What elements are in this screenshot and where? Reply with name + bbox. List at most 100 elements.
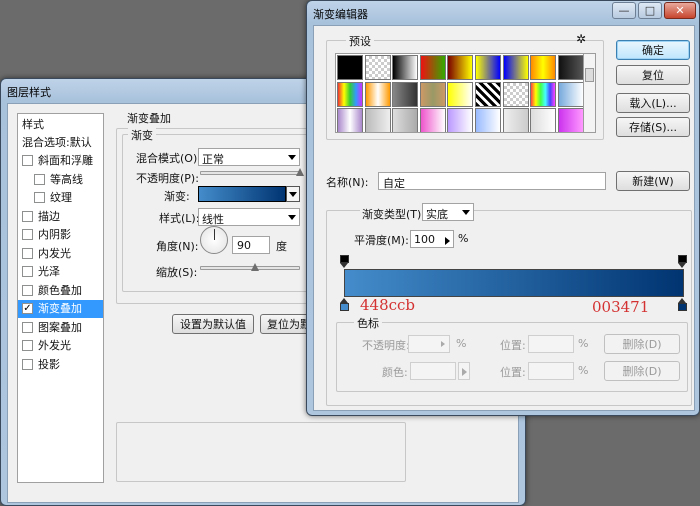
checkbox[interactable]: ✓: [22, 303, 33, 314]
preset-swatch[interactable]: [502, 55, 529, 80]
checkbox[interactable]: [34, 192, 45, 203]
preset-swatches: [335, 53, 584, 133]
delete-opacity-stop-button[interactable]: 删除(D): [604, 334, 680, 354]
style-item[interactable]: 斜面和浮雕: [18, 152, 103, 170]
preset-swatch[interactable]: [475, 81, 501, 107]
stop-color-swatch[interactable]: [410, 362, 456, 380]
checkbox[interactable]: [22, 340, 33, 351]
preset-swatch[interactable]: [392, 55, 419, 80]
preset-swatch[interactable]: [475, 108, 501, 132]
style-label: 样式(L):: [159, 212, 200, 225]
gradient-dropdown-button[interactable]: [286, 186, 300, 202]
blend-mode-select[interactable]: 正常: [198, 148, 300, 166]
scale-slider-thumb[interactable]: [251, 263, 259, 271]
preset-swatch[interactable]: [364, 108, 391, 132]
preset-swatch[interactable]: [419, 55, 446, 80]
checkbox[interactable]: [22, 247, 33, 259]
style-item[interactable]: 光泽: [18, 263, 103, 281]
stop-color-label: 颜色:: [382, 366, 408, 379]
preset-swatch[interactable]: [502, 81, 529, 107]
preset-swatch[interactable]: [447, 81, 474, 107]
name-input[interactable]: 自定: [378, 172, 606, 190]
scale-slider[interactable]: [200, 266, 300, 270]
opacity-stop-right[interactable]: [678, 255, 687, 268]
checkbox[interactable]: [22, 229, 33, 240]
preset-swatch[interactable]: [447, 55, 474, 80]
checkbox[interactable]: [22, 358, 33, 370]
chevron-down-icon: [288, 155, 296, 160]
opacity-slider[interactable]: [200, 171, 300, 175]
ok-button[interactable]: 确定: [616, 40, 690, 60]
style-item[interactable]: 内阴影: [18, 226, 103, 244]
preset-swatch[interactable]: [447, 108, 474, 132]
reset-button[interactable]: 复位: [616, 65, 690, 85]
gradient-preview[interactable]: [198, 186, 286, 202]
gradient-type-select[interactable]: 实底: [422, 203, 474, 221]
blend-options-item[interactable]: 混合选项:默认: [18, 134, 103, 152]
color-location-input[interactable]: [528, 362, 574, 380]
checkbox[interactable]: [22, 321, 33, 333]
preset-swatch[interactable]: [337, 108, 363, 132]
preset-swatch[interactable]: [557, 108, 583, 132]
opacity-stop-left[interactable]: [340, 255, 349, 268]
checkbox[interactable]: [22, 210, 33, 222]
style-item[interactable]: ✓ 渐变叠加: [18, 300, 103, 318]
stop-opacity-input[interactable]: [408, 335, 450, 353]
preset-swatch[interactable]: [337, 55, 363, 80]
preset-swatch[interactable]: [475, 55, 501, 80]
style-item[interactable]: 投影: [18, 356, 103, 374]
checkbox[interactable]: [34, 173, 45, 185]
minimize-button[interactable]: —: [612, 2, 636, 19]
preset-swatch[interactable]: [392, 108, 419, 132]
style-item[interactable]: 外发光: [18, 337, 103, 355]
opacity-location-input[interactable]: [528, 335, 574, 353]
close-button[interactable]: ✕: [664, 2, 696, 19]
preset-swatch[interactable]: [530, 81, 557, 107]
gradient-bar[interactable]: [344, 269, 684, 297]
preset-swatch[interactable]: [502, 108, 529, 132]
load-button[interactable]: 载入(L)...: [616, 93, 690, 113]
stop-color-menu[interactable]: [458, 362, 470, 380]
preset-swatch[interactable]: [419, 81, 446, 107]
color-stop-swatch: [340, 303, 349, 311]
angle-input[interactable]: 90: [232, 236, 270, 254]
style-item[interactable]: 内发光: [18, 245, 103, 263]
preset-swatch[interactable]: [364, 55, 391, 80]
color-location-label: 位置:: [500, 366, 526, 379]
window-title: 图层样式: [7, 86, 51, 99]
preset-swatch[interactable]: [557, 55, 583, 80]
color-stop-left[interactable]: [340, 298, 349, 311]
scrollbar-thumb[interactable]: [585, 68, 594, 82]
gradient-label: 渐变:: [164, 190, 190, 203]
style-item-label: 颜色叠加: [38, 283, 82, 297]
preset-swatch[interactable]: [530, 55, 557, 80]
preset-swatch[interactable]: [530, 108, 557, 132]
preset-swatch[interactable]: [557, 81, 583, 107]
set-default-button[interactable]: 设置为默认值: [172, 314, 254, 334]
preset-swatch[interactable]: [392, 81, 419, 107]
style-select[interactable]: 线性: [198, 208, 300, 226]
preset-swatch[interactable]: [337, 81, 363, 107]
style-item[interactable]: 颜色叠加: [18, 282, 103, 300]
style-item[interactable]: 等高线: [18, 171, 103, 189]
preset-swatch[interactable]: [364, 81, 391, 107]
checkbox[interactable]: [22, 266, 33, 277]
presets-scrollbar[interactable]: [584, 53, 596, 133]
delete-color-stop-button[interactable]: 删除(D): [604, 361, 680, 381]
preset-swatch[interactable]: [419, 108, 446, 132]
style-item[interactable]: 图案叠加: [18, 319, 103, 337]
checkbox[interactable]: [22, 155, 33, 166]
angle-dial[interactable]: [200, 226, 228, 254]
smoothness-input[interactable]: 100: [410, 230, 454, 248]
angle-unit: 度: [276, 240, 287, 253]
styles-header[interactable]: 样式: [18, 116, 103, 134]
new-button[interactable]: 新建(W): [616, 171, 690, 191]
color-stop-right[interactable]: [678, 298, 687, 311]
save-button[interactable]: 存储(S)...: [616, 117, 690, 137]
style-item[interactable]: 纹理: [18, 189, 103, 207]
gear-icon[interactable]: ✲: [576, 32, 586, 46]
checkbox[interactable]: [22, 284, 33, 296]
style-item[interactable]: 描边: [18, 208, 103, 226]
maximize-button[interactable]: □: [638, 2, 662, 19]
opacity-slider-thumb[interactable]: [296, 168, 304, 176]
